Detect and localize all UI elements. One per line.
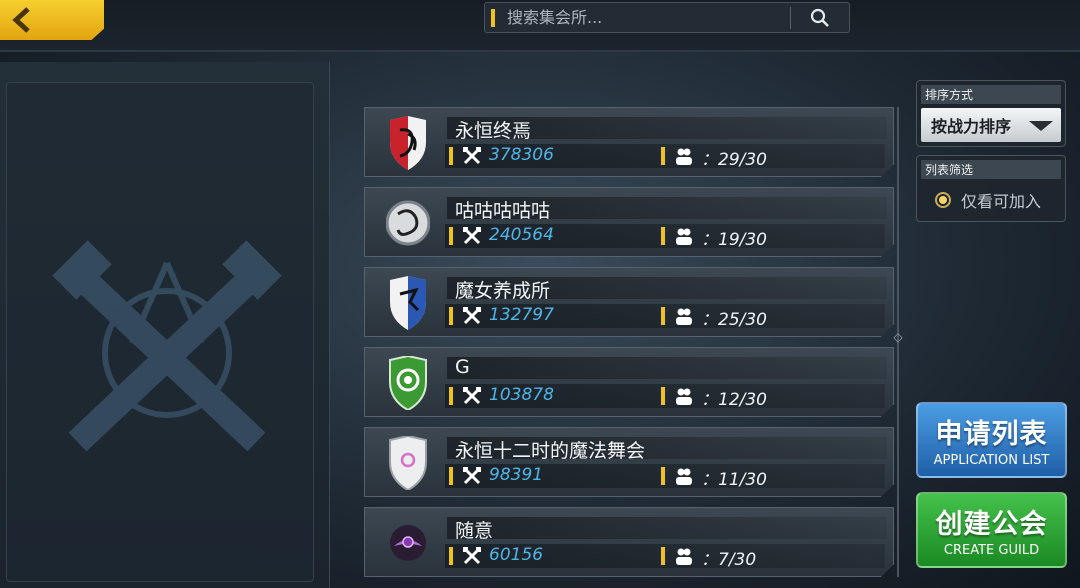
purple-wing-emblem-icon [383, 514, 433, 572]
members-accent-bar [661, 307, 665, 325]
power-accent-bar [449, 307, 453, 325]
crossed-swords-icon [463, 307, 481, 325]
members-icon [676, 468, 692, 485]
search-button[interactable] [791, 3, 849, 32]
guild-list: 永恒终焉 378306 ：29/30 咕咕咕咕咕 240564 ：19/30 魔… [364, 107, 894, 587]
back-arrow-icon [12, 7, 30, 33]
radio-dot [939, 196, 947, 204]
guild-members: ：19/30 [701, 230, 767, 250]
red-white-shield-emblem-icon [383, 114, 433, 172]
crossed-swords-icon [463, 227, 481, 245]
guild-power: 240564 [489, 225, 554, 245]
application-list-label-cn: 申请列表 [935, 419, 1048, 450]
members-icon [676, 148, 692, 165]
power-accent-bar [449, 147, 453, 165]
blue-white-shield-emblem-icon [383, 274, 433, 332]
filter-title: 列表筛选 [921, 160, 1061, 179]
guild-power: 103878 [489, 385, 554, 405]
back-button[interactable] [0, 0, 104, 40]
search-input[interactable] [495, 3, 790, 32]
guild-row[interactable]: 魔女养成所 132797 ：25/30 [364, 267, 894, 337]
guild-power: 378306 [489, 145, 554, 165]
crossed-swords-icon [463, 147, 481, 165]
application-list-label-en: APPLICATION LIST [933, 453, 1050, 468]
guild-members: ：11/30 [701, 470, 767, 490]
power-accent-bar [449, 387, 453, 405]
guild-name: 魔女养成所 [455, 280, 551, 302]
members-icon [676, 228, 692, 245]
guild-members: ：29/30 [701, 150, 767, 170]
guild-detail-panel [0, 62, 330, 588]
guild-name: 永恒终焉 [455, 120, 532, 142]
filter-box: 列表筛选 仅看可加入 [916, 155, 1066, 222]
guild-power: 60156 [489, 545, 544, 565]
guild-detail-frame [6, 82, 314, 582]
guild-row[interactable]: 永恒终焉 378306 ：29/30 [364, 107, 894, 177]
grey-round-dragon-emblem-icon [383, 194, 433, 252]
members-accent-bar [661, 547, 665, 565]
joinable-only-toggle[interactable]: 仅看可加入 [921, 183, 1061, 217]
power-accent-bar [449, 227, 453, 245]
members-accent-bar [661, 147, 665, 165]
search-icon [810, 8, 829, 27]
top-bar [0, 0, 1080, 52]
members-accent-bar [661, 227, 665, 245]
sort-selected-value: 按战力排序 [931, 117, 1012, 136]
name-strip [447, 517, 887, 539]
guild-members: ：25/30 [701, 310, 767, 330]
members-icon [676, 548, 692, 565]
guild-power: 132797 [489, 305, 554, 325]
members-icon [676, 308, 692, 325]
green-lion-shield-emblem-icon [383, 354, 433, 412]
radio-icon [935, 192, 951, 208]
guild-name: 咕咕咕咕咕 [455, 200, 551, 222]
joinable-only-label: 仅看可加入 [961, 192, 1042, 211]
guild-row[interactable]: 咕咕咕咕咕 240564 ：19/30 [364, 187, 894, 257]
guild-name: 随意 [455, 520, 494, 542]
crossed-swords-icon [463, 387, 481, 405]
guild-crest-placeholder-icon [52, 240, 282, 452]
name-strip [447, 357, 887, 379]
scrollbar-handle-icon[interactable]: ◇ [892, 330, 904, 344]
white-shield-emblem-icon [383, 434, 433, 492]
members-accent-bar [661, 387, 665, 405]
guild-members: ：7/30 [701, 550, 757, 570]
sort-title: 排序方式 [921, 85, 1061, 104]
search-box [484, 2, 850, 33]
create-guild-label-cn: 创建公会 [935, 509, 1048, 540]
guild-power: 98391 [489, 465, 544, 485]
sort-dropdown[interactable]: 按战力排序 [921, 108, 1061, 142]
guild-row[interactable]: 随意 60156 ：7/30 [364, 507, 894, 577]
sort-box: 排序方式 按战力排序 [916, 80, 1066, 147]
guild-name: G [455, 356, 470, 378]
application-list-button[interactable]: 申请列表 APPLICATION LIST [916, 402, 1067, 478]
guild-row[interactable]: G 103878 ：12/30 [364, 347, 894, 417]
power-accent-bar [449, 547, 453, 565]
power-accent-bar [449, 467, 453, 485]
side-panel: 排序方式 按战力排序 列表筛选 仅看可加入 [916, 80, 1066, 222]
create-guild-label-en: CREATE GUILD [943, 543, 1040, 558]
members-accent-bar [661, 467, 665, 485]
crossed-swords-icon [463, 547, 481, 565]
crossed-swords-icon [463, 467, 481, 485]
dropdown-arrow-icon [1029, 121, 1053, 131]
guild-name: 永恒十二时的魔法舞会 [455, 440, 646, 462]
members-icon [676, 388, 692, 405]
guild-row[interactable]: 永恒十二时的魔法舞会 98391 ：11/30 [364, 427, 894, 497]
guild-members: ：12/30 [701, 390, 767, 410]
create-guild-button[interactable]: 创建公会 CREATE GUILD [916, 492, 1067, 568]
